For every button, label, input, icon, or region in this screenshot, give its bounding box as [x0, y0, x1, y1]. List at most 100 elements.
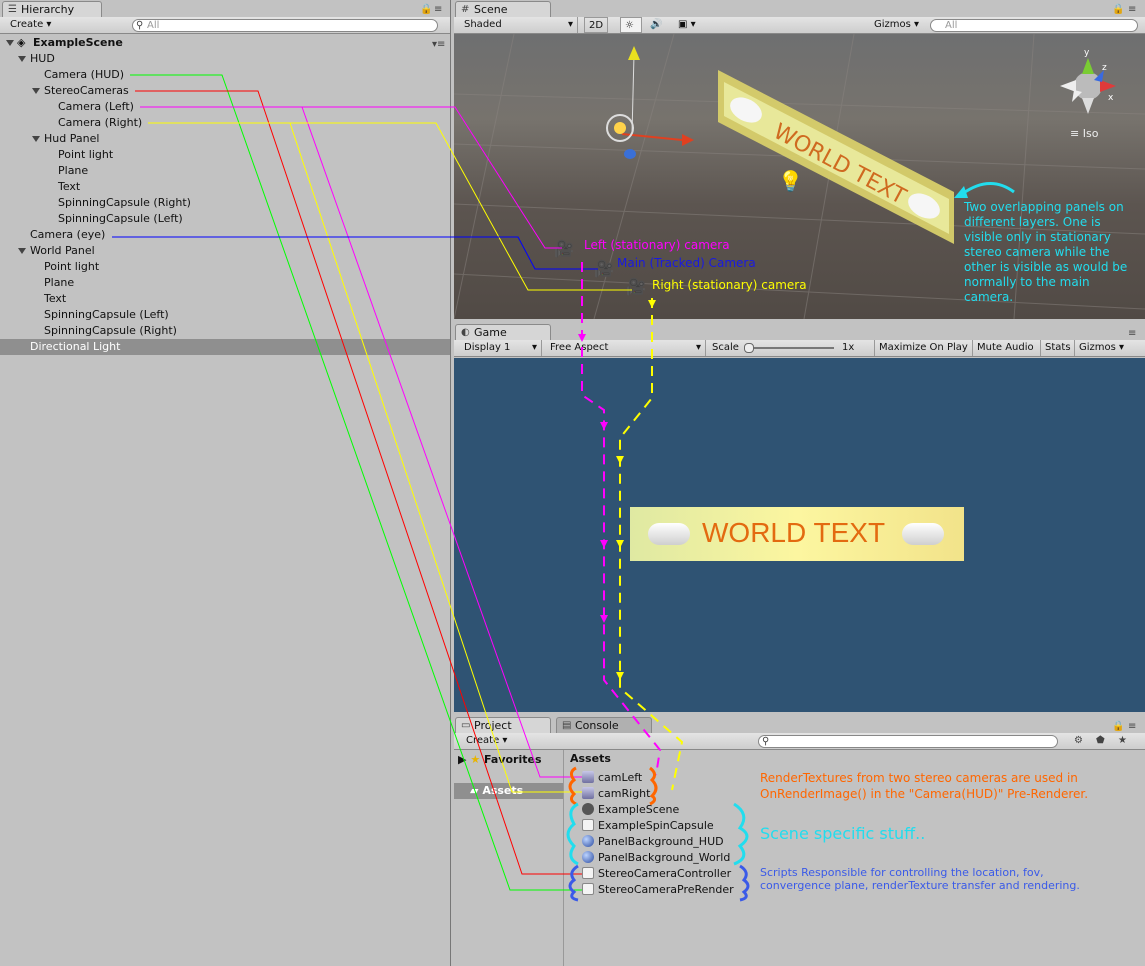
lock-icon[interactable]: 🔒 — [1112, 4, 1124, 15]
assets-folder-item[interactable]: ▰ Assets — [454, 783, 563, 799]
hierarchy-row-hud[interactable]: HUD — [0, 51, 450, 67]
asset-cam-left[interactable]: camLeft — [582, 770, 642, 786]
folder-icon: ▭ — [461, 720, 471, 731]
expand-triangle-icon[interactable]: ▶ — [458, 753, 466, 766]
scene-viewport[interactable]: WORLD TEXT 💡 y x z 🎥 🎥 🎥 ≡ Iso Left (sta… — [454, 34, 1145, 319]
hierarchy-row-capsule-right[interactable]: SpinningCapsule (Right) — [0, 323, 450, 339]
panel-menu-icon[interactable]: ≡ — [1128, 4, 1136, 15]
iso-label[interactable]: ≡ Iso — [1070, 127, 1098, 140]
tag-icon[interactable]: ⬟ — [1096, 735, 1105, 746]
sun-lighting-icon[interactable]: ☼ — [620, 17, 642, 33]
shading-mode-dropdown[interactable]: Shaded ▾ — [460, 17, 578, 33]
material-sphere-icon — [582, 835, 594, 847]
tab-console[interactable]: ▤ Console — [556, 717, 652, 733]
project-create-button[interactable]: Create ▾ — [462, 733, 511, 749]
material-sphere-icon — [582, 851, 594, 863]
game-viewport[interactable]: WORLD TEXT — [454, 358, 1145, 712]
assets-header: Assets — [570, 752, 611, 765]
hierarchy-row-directional-light[interactable]: Directional Light — [0, 339, 450, 355]
expand-triangle-icon[interactable] — [18, 248, 26, 254]
hierarchy-row-world-panel[interactable]: World Panel — [0, 243, 450, 259]
tab-game[interactable]: ◐ Game — [455, 324, 551, 340]
scale-slider[interactable] — [746, 347, 834, 349]
hierarchy-row-point-light[interactable]: Point light — [0, 259, 450, 275]
orange-brace — [649, 766, 658, 806]
expand-triangle-icon[interactable] — [32, 88, 40, 94]
star-icon[interactable]: ★ — [1118, 735, 1127, 746]
asset-cam-right[interactable]: camRight — [582, 786, 650, 802]
game-toolbar: Display 1 ▾ Free Aspect ▾ Scale 1x Maximiz… — [454, 340, 1145, 357]
asset-spin-capsule[interactable]: ExampleSpinCapsule — [582, 818, 714, 834]
camera-icon: 🎥 — [594, 259, 614, 278]
panel-menu-icon[interactable]: ≡ — [434, 4, 442, 15]
csharp-script-icon — [582, 883, 594, 895]
hierarchy-row-capsule-right[interactable]: SpinningCapsule (Right) — [0, 195, 450, 211]
csharp-script-icon — [582, 819, 594, 831]
mute-audio-button[interactable]: Mute Audio — [972, 340, 1038, 356]
project-toolbar: Create ▾ ⚲ ⚙ ⬟ ★ — [454, 733, 1145, 750]
asset-panel-world[interactable]: PanelBackground_World — [582, 850, 730, 866]
toggle-2d-button[interactable]: 2D — [584, 17, 609, 33]
asset-panel-hud[interactable]: PanelBackground_HUD — [582, 834, 724, 850]
stats-button[interactable]: Stats — [1040, 340, 1075, 356]
hierarchy-row-capsule-left[interactable]: SpinningCapsule (Left) — [0, 211, 450, 227]
hierarchy-row-hud-panel[interactable]: Hud Panel — [0, 131, 450, 147]
hierarchy-row-camera-hud[interactable]: Camera (HUD) — [0, 67, 450, 83]
tab-hierarchy[interactable]: ☰ Hierarchy — [2, 1, 102, 17]
hierarchy-row-camera-left[interactable]: Camera (Left) — [0, 99, 450, 115]
expand-triangle-icon[interactable] — [6, 40, 14, 46]
console-icon: ▤ — [562, 720, 572, 731]
camera-icon: 🎥 — [626, 277, 646, 296]
panel-menu-icon[interactable]: ≡ — [1128, 721, 1136, 732]
game-gizmos-dropdown[interactable]: Gizmos ▾ — [1074, 340, 1128, 356]
svg-text:x: x — [1108, 93, 1114, 103]
hierarchy-row-capsule-left[interactable]: SpinningCapsule (Left) — [0, 307, 450, 323]
project-search-input[interactable] — [758, 735, 1058, 748]
tab-project[interactable]: ▭ Project — [455, 717, 551, 733]
expand-triangle-icon[interactable] — [18, 56, 26, 62]
cyan-brace — [733, 802, 749, 866]
x-axis-gizmo-arrow — [682, 134, 694, 146]
maximize-on-play-button[interactable]: Maximize On Play — [874, 340, 972, 356]
lock-icon[interactable]: 🔒 — [420, 4, 432, 15]
tab-scene[interactable]: # Scene — [455, 1, 551, 17]
world-text-panel: WORLD TEXT — [630, 507, 964, 561]
hierarchy-row-plane[interactable]: Plane — [0, 163, 450, 179]
hierarchy-row-text[interactable]: Text — [0, 291, 450, 307]
hierarchy-toolbar: Create ▾ All ⚲ — [0, 17, 450, 34]
hierarchy-row-camera-eye[interactable]: Camera (eye) — [0, 227, 450, 243]
render-texture-icon — [582, 771, 594, 783]
project-sidebar: ▶ ★ Favorites ▰ Assets — [454, 750, 564, 966]
scene-orientation-gizmo[interactable]: y x z — [1060, 48, 1116, 114]
speaker-icon[interactable]: 🔊 — [646, 17, 666, 33]
asset-stereo-prerender[interactable]: StereoCameraPreRender — [582, 882, 734, 898]
annotation-overlapping-panels: Two overlapping panels on different laye… — [964, 200, 1128, 304]
annotation-right-camera: Right (stationary) camera — [652, 278, 807, 292]
favorites-item[interactable]: ▶ ★ Favorites — [458, 752, 542, 768]
hierarchy-row-text[interactable]: Text — [0, 179, 450, 195]
gizmos-dropdown[interactable]: Gizmos ▾ — [870, 17, 923, 33]
image-effects-icon[interactable]: ▣ ▾ — [674, 17, 700, 33]
unity-scene-icon — [582, 803, 594, 815]
hierarchy-search-input[interactable]: All — [132, 19, 438, 32]
scale-slider-handle[interactable] — [744, 343, 754, 353]
hierarchy-row-point-light[interactable]: Point light — [0, 147, 450, 163]
lock-icon[interactable]: 🔒 — [1112, 721, 1124, 732]
hierarchy-row-stereo-cameras[interactable]: StereoCameras — [0, 83, 450, 99]
list-icon: ☰ — [8, 4, 17, 15]
hierarchy-row-camera-right[interactable]: Camera (Right) — [0, 115, 450, 131]
display-dropdown[interactable]: Display 1 ▾ — [460, 340, 542, 356]
world-text: WORLD TEXT — [702, 517, 886, 548]
annotation-render-textures: RenderTextures from two stereo cameras a… — [760, 771, 1089, 801]
filter-type-icon[interactable]: ⚙ — [1074, 735, 1083, 746]
asset-stereo-controller[interactable]: StereoCameraController — [582, 866, 731, 882]
scene-root-row[interactable]: ◈ ExampleScene ▾≡ — [0, 35, 450, 51]
scene-search-input[interactable]: All — [930, 19, 1138, 32]
expand-triangle-icon[interactable] — [32, 136, 40, 142]
hierarchy-row-plane[interactable]: Plane — [0, 275, 450, 291]
create-button[interactable]: Create ▾ — [6, 17, 55, 33]
blue-brace — [568, 864, 579, 902]
panel-menu-icon[interactable]: ≡ — [1128, 328, 1136, 339]
aspect-dropdown[interactable]: Free Aspect ▾ — [546, 340, 706, 356]
asset-example-scene[interactable]: ExampleScene — [582, 802, 679, 818]
